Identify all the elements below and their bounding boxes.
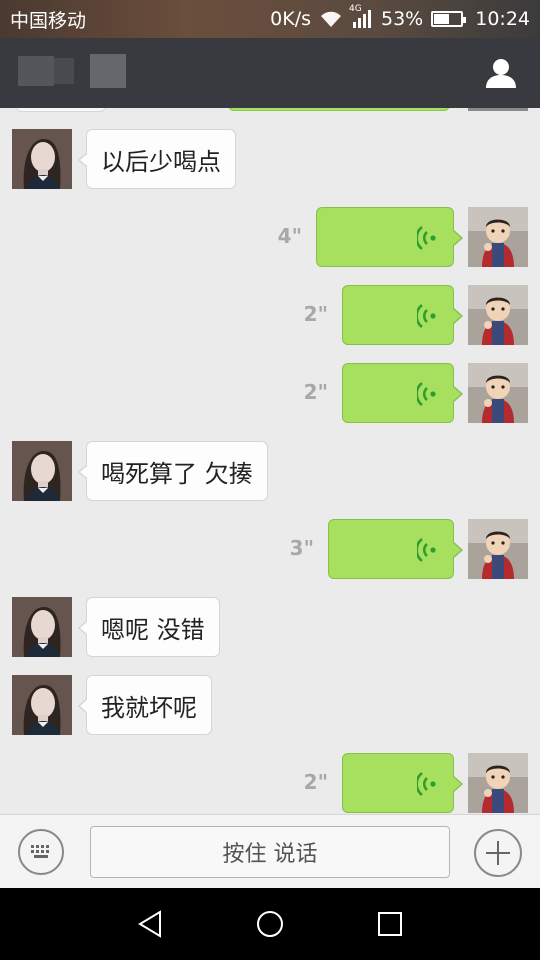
voice-wave-icon: [415, 380, 439, 408]
input-bar: 按住 说话: [0, 814, 540, 888]
avatar[interactable]: [12, 129, 72, 189]
voice-duration: 2": [303, 770, 328, 794]
avatar[interactable]: [468, 363, 528, 423]
avatar[interactable]: [468, 207, 528, 267]
status-bar: 中国移动 0K/s 4G 53% 10:24: [0, 0, 540, 38]
sent-voice-bubble[interactable]: [316, 207, 463, 267]
voice-wave-icon: [415, 302, 439, 330]
person-icon[interactable]: [484, 56, 518, 90]
hold-to-talk-button[interactable]: 按住 说话: [90, 826, 450, 878]
carrier-name: 中国移动: [10, 9, 87, 32]
clock: 10:24: [475, 8, 530, 30]
partial-message-bubble: [16, 108, 106, 112]
avatar[interactable]: [468, 519, 528, 579]
received-text-bubble[interactable]: 以后少喝点: [78, 129, 236, 189]
blurred-chat-title: [18, 54, 126, 88]
text-message: 以后少喝点: [0, 129, 540, 189]
voice-duration: 3": [289, 536, 314, 560]
battery-icon: [431, 11, 467, 27]
text-message: 喝死算了 欠揍: [0, 441, 540, 501]
voice-message: 3": [0, 519, 540, 579]
plus-icon[interactable]: [474, 829, 522, 877]
received-text-bubble[interactable]: 嗯呢 没错: [78, 597, 220, 657]
network-type: 4G: [349, 4, 362, 14]
voice-message: 2": [0, 363, 540, 423]
received-text-bubble[interactable]: 喝死算了 欠揍: [78, 441, 268, 501]
back-triangle-icon[interactable]: [134, 906, 170, 942]
sent-voice-bubble[interactable]: [342, 753, 463, 813]
avatar[interactable]: [468, 753, 528, 813]
recents-square-icon[interactable]: [372, 906, 408, 942]
avatar[interactable]: [468, 285, 528, 345]
avatar[interactable]: [12, 675, 72, 735]
voice-message: 4": [0, 207, 540, 267]
voice-wave-icon: [415, 536, 439, 564]
text-message: 嗯呢 没错: [0, 597, 540, 657]
sent-voice-bubble[interactable]: [328, 519, 463, 579]
home-circle-icon[interactable]: [252, 906, 288, 942]
chat-message-list[interactable]: 以后少喝点 4" 2" 2" 喝死算了 欠揍 3" 嗯呢 没错 我就坏呢 2": [0, 108, 540, 814]
keyboard-icon[interactable]: [18, 829, 64, 875]
sent-voice-bubble[interactable]: [342, 285, 463, 345]
voice-message: 2": [0, 285, 540, 345]
voice-duration: 4": [277, 224, 302, 248]
signal-icon: 4G: [349, 4, 373, 28]
avatar[interactable]: [12, 597, 72, 657]
sent-voice-bubble[interactable]: [342, 363, 463, 423]
voice-duration: 2": [303, 302, 328, 326]
avatar[interactable]: [12, 441, 72, 501]
text-message: 我就坏呢: [0, 675, 540, 735]
partial-voice-bubble: [228, 108, 450, 111]
chat-title-bar: [0, 38, 540, 108]
battery-percent: 53%: [381, 8, 424, 30]
partial-avatar: [468, 108, 528, 111]
network-speed: 0K/s: [270, 8, 311, 30]
voice-message: 2": [0, 753, 540, 813]
received-text-bubble[interactable]: 我就坏呢: [78, 675, 212, 735]
wifi-icon: [319, 10, 343, 28]
system-nav-bar: [0, 888, 540, 960]
voice-wave-icon: [415, 770, 439, 798]
voice-wave-icon: [415, 224, 439, 252]
voice-duration: 2": [303, 380, 328, 404]
